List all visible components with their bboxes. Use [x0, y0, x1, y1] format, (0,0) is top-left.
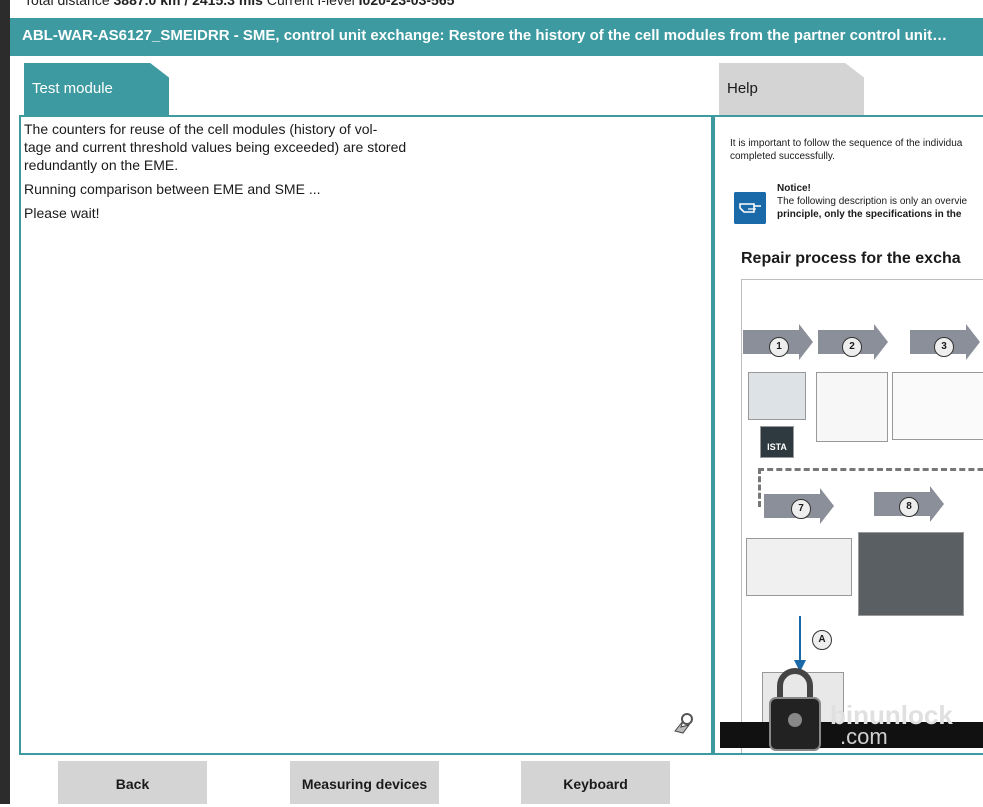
repair-process-heading: Repair process for the excha	[741, 250, 961, 267]
diagnosis-laptop-image	[748, 372, 806, 420]
step-1-number: 1	[769, 337, 789, 357]
vehicle-info-bar: Total distance 3887.0 km / 2415.3 mls Cu…	[24, 0, 454, 8]
left-window-edge	[0, 0, 10, 804]
test-module-text: The counters for reuse of the cell modul…	[24, 120, 444, 228]
test-plan-title: ABL-WAR-AS6127_SMEIDRR - SME, control un…	[10, 18, 983, 56]
distance-label: Total distance	[24, 0, 110, 8]
comparison-status: Running comparison between EME and SME .…	[24, 181, 321, 197]
tool-grid-image	[816, 372, 888, 442]
battery-module-image	[858, 532, 964, 616]
tab-test-module-label: Test module	[32, 80, 113, 97]
notice-text-bold: principle, only the specifications in th…	[777, 209, 962, 220]
measuring-devices-button[interactable]: Measuring devices	[290, 761, 439, 804]
ilevel-label: Current I-level	[266, 0, 355, 8]
help-intro-text: It is important to follow the sequence o…	[730, 137, 983, 163]
screen-capture-image	[746, 538, 852, 596]
info-line-3: redundantly on the EME.	[24, 157, 179, 173]
step-8-number: 8	[899, 497, 919, 517]
watermark-overlay: binunlock .com	[720, 668, 983, 758]
test-module-panel: The counters for reuse of the cell modul…	[19, 115, 713, 755]
ista-logo: ISTA	[760, 426, 794, 458]
distance-value: 3887.0 km / 2415.3 mls	[113, 0, 263, 8]
notice-text: The following description is only an ove…	[777, 196, 968, 207]
help-intro-line-1: It is important to follow the sequence o…	[730, 138, 963, 149]
lock-logo-icon	[769, 668, 821, 751]
watermark-domain: .com	[840, 724, 888, 749]
document-page-image	[892, 372, 983, 440]
step-2-number: 2	[842, 337, 862, 357]
tab-test-module[interactable]: Test module	[24, 63, 169, 115]
marker-a: A	[812, 630, 832, 650]
keyboard-button[interactable]: Keyboard	[521, 761, 670, 804]
busy-cursor-icon	[674, 713, 693, 734]
info-line-1: The counters for reuse of the cell modul…	[24, 121, 378, 137]
back-button[interactable]: Back	[58, 761, 207, 804]
please-wait-text: Please wait!	[24, 205, 100, 221]
notice-title: Notice!	[777, 183, 811, 194]
tab-help-label: Help	[727, 80, 758, 97]
step-7-number: 7	[791, 499, 811, 519]
notice-hand-icon	[734, 192, 766, 224]
step-3-number: 3	[934, 337, 954, 357]
flow-down-arrow	[794, 616, 806, 672]
help-intro-line-2: completed successfully.	[730, 151, 835, 162]
help-panel[interactable]: It is important to follow the sequence o…	[713, 115, 983, 755]
ilevel-value: I020-23-03-565	[358, 0, 455, 8]
info-line-2: tage and current threshold values being …	[24, 139, 407, 155]
tab-help[interactable]: Help	[719, 63, 864, 115]
